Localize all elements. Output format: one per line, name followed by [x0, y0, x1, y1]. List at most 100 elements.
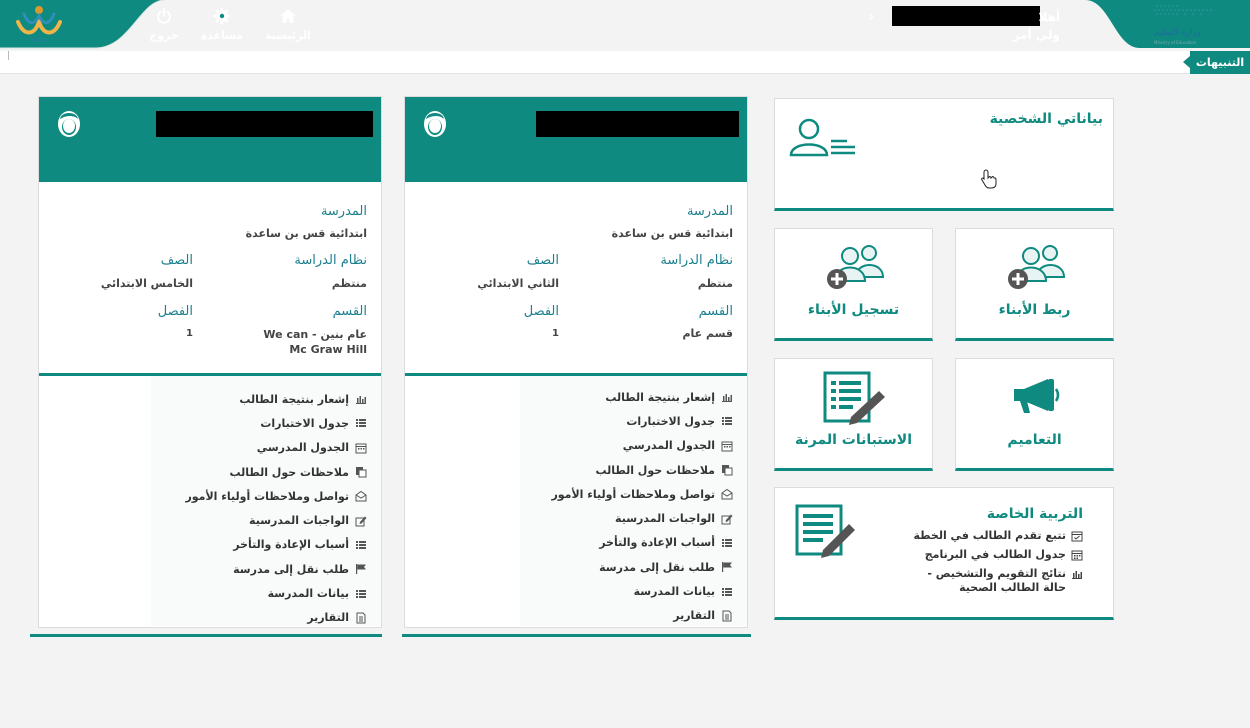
- menu-item-homework[interactable]: الواجبات المدرسية: [185, 508, 367, 532]
- tile-special-education[interactable]: التربية الخاصة تتبع تقدم الطالب في الخطة…: [774, 487, 1114, 620]
- survey-icon: [823, 371, 885, 425]
- class-label: الفصل: [157, 304, 193, 319]
- study-system-value: منتظم: [331, 277, 367, 290]
- special-ed-item-program-schedule[interactable]: جدول الطالب في البرنامج: [913, 548, 1083, 562]
- tile-register-children[interactable]: تسجيل الأبناء: [774, 228, 933, 341]
- greeting-text: أهلا: [1038, 10, 1060, 24]
- special-ed-item-label: تتبع تقدم الطالب في الخطة: [913, 529, 1066, 542]
- menu-item-repeat-reasons[interactable]: أسباب الإعادة والتأخر: [185, 533, 367, 557]
- copy-icon: [722, 465, 733, 476]
- menu-item-student-notes[interactable]: ملاحظات حول الطالب: [551, 458, 733, 482]
- nav-logout[interactable]: خروج: [134, 6, 194, 42]
- link-children-icon: [1008, 245, 1066, 289]
- menu-item-school-data[interactable]: بيانات المدرسة: [551, 579, 733, 603]
- menu-item-school-timetable[interactable]: الجدول المدرسي: [551, 434, 733, 458]
- menu-item-label: ملاحظات حول الطالب: [595, 463, 715, 477]
- list-icon: [356, 589, 366, 598]
- tile-surveys-title: الاستبانات المرنة: [794, 432, 913, 448]
- student-card: المدرسة ابتدائية قس بن ساعدة نظام الدراس…: [404, 96, 748, 628]
- user-role: ولي أمر: [1012, 28, 1060, 42]
- nav-home-label: الرئيسية: [265, 29, 311, 42]
- study-system-value: منتظم: [697, 277, 733, 290]
- copy-icon: [356, 467, 367, 478]
- menu-item-label: التقارير: [673, 609, 715, 623]
- power-icon: [134, 6, 194, 26]
- user-greeting: أهلا ولي أمر: [1013, 8, 1060, 44]
- calendar-icon: [721, 441, 733, 452]
- menu-item-student-notes[interactable]: ملاحظات حول الطالب: [185, 460, 367, 484]
- grade-label: الصف: [160, 253, 193, 268]
- alerts-tab[interactable]: التنبيهات: [1183, 51, 1250, 74]
- nav-logout-label: خروج: [149, 29, 179, 42]
- menu-item-parent-communication[interactable]: تواصل وملاحظات أولياء الأمور: [551, 482, 733, 506]
- nav-help[interactable]: مساعدة: [192, 6, 252, 42]
- menu-item-label: طلب نقل إلى مدرسة: [599, 560, 715, 574]
- special-education-list: تتبع تقدم الطالب في الخطة جدول الطالب في…: [913, 529, 1083, 600]
- class-value: 1: [186, 328, 193, 339]
- tile-personal-data[interactable]: بياناتي الشخصية: [774, 98, 1114, 211]
- menu-item-label: الواجبات المدرسية: [615, 512, 715, 526]
- menu-item-transfer-request[interactable]: طلب نقل إلى مدرسة: [551, 555, 733, 579]
- menu-item-transfer-request[interactable]: طلب نقل إلى مدرسة: [185, 557, 367, 581]
- tile-surveys[interactable]: الاستبانات المرنة: [774, 358, 933, 471]
- menu-item-label: تواصل وملاحظات أولياء الأمور: [551, 487, 715, 501]
- menu-item-exam-schedule[interactable]: جدول الاختبارات: [551, 409, 733, 433]
- school-label: المدرسة: [686, 204, 733, 219]
- menu-item-school-timetable[interactable]: الجدول المدرسي: [185, 436, 367, 460]
- menu-item-label: بيانات المدرسة: [267, 587, 349, 601]
- grade-value: الثاني الابتدائي: [477, 277, 559, 290]
- grade-value: الخامس الابتدائي: [100, 277, 193, 290]
- calendar-icon: [1071, 550, 1083, 561]
- menu-item-repeat-reasons[interactable]: أسباب الإعادة والتأخر: [551, 531, 733, 555]
- tile-link-children[interactable]: ربط الأبناء: [955, 228, 1114, 341]
- noor-logo[interactable]: NOOR: [8, 2, 70, 48]
- student-menu: إشعار بنتيجة الطالب جدول الاختبارات الجد…: [185, 387, 367, 630]
- tile-register-children-title: تسجيل الأبناء: [807, 302, 900, 318]
- flag-icon: [356, 564, 366, 575]
- menu-item-parent-communication[interactable]: تواصل وملاحظات أولياء الأمور: [185, 484, 367, 508]
- alerts-bar: التنبيهات: [0, 51, 1250, 74]
- list-icon: [356, 540, 366, 549]
- menu-item-reports[interactable]: التقارير: [185, 606, 367, 630]
- special-ed-item-evaluation-results[interactable]: نتائج التقويم والتشخيص - حالة الطالب الص…: [913, 567, 1083, 595]
- class-label: الفصل: [523, 304, 559, 319]
- bar-chart-icon: [722, 394, 732, 403]
- nav-help-label: مساعدة: [200, 29, 244, 42]
- menu-item-exam-schedule[interactable]: جدول الاختبارات: [185, 411, 367, 435]
- section-value: عام بنين - We can Mc Graw Hill: [263, 328, 367, 356]
- student-name-redacted: [536, 111, 739, 137]
- bar-chart-icon: [1072, 571, 1082, 579]
- noor-logo-text: NOOR: [31, 38, 47, 44]
- menu-item-label: ملاحظات حول الطالب: [229, 465, 349, 479]
- section-label: القسم: [698, 304, 733, 319]
- menu-item-label: الواجبات المدرسية: [249, 514, 349, 528]
- tile-circulars-title: التعاميم: [1007, 432, 1062, 448]
- file-icon: [722, 610, 732, 622]
- menu-item-result-notice[interactable]: إشعار بنتيجة الطالب: [185, 387, 367, 411]
- notepad-icon: [795, 504, 855, 558]
- nav-home[interactable]: الرئيسية: [258, 6, 318, 42]
- menu-item-label: الجدول المدرسي: [622, 439, 715, 453]
- school-value: ابتدائية قس بن ساعدة: [611, 227, 733, 240]
- menu-item-homework[interactable]: الواجبات المدرسية: [551, 506, 733, 530]
- menu-item-result-notice[interactable]: إشعار بنتيجة الطالب: [551, 385, 733, 409]
- student-menu: إشعار بنتيجة الطالب جدول الاختبارات الجد…: [551, 385, 733, 628]
- card-bottom-accent: [402, 634, 751, 637]
- chevron-right-icon[interactable]: ›: [868, 7, 874, 25]
- menu-item-label: إشعار بنتيجة الطالب: [605, 390, 715, 404]
- tile-circulars[interactable]: التعاميم: [955, 358, 1114, 471]
- menu-item-reports[interactable]: التقارير: [551, 604, 733, 628]
- special-ed-item-plan-progress[interactable]: تتبع تقدم الطالب في الخطة: [913, 529, 1083, 543]
- student-card: المدرسة ابتدائية قس بن ساعدة نظام الدراس…: [38, 96, 382, 628]
- menu-item-label: التقارير: [307, 611, 349, 625]
- section-value: قسم عام: [682, 327, 733, 340]
- ministry-logo[interactable]: وزارة التعليم Ministry of Education: [1120, 3, 1220, 51]
- student-avatar-icon: [424, 111, 446, 137]
- top-header: NOOR الرئيسية مساعدة خروج › أهلا ولي أمر…: [0, 0, 1250, 50]
- menu-item-school-data[interactable]: بيانات المدرسة: [185, 581, 367, 605]
- gear-icon: [192, 6, 252, 26]
- tile-link-children-title: ربط الأبناء: [998, 302, 1071, 318]
- edit-icon: [355, 516, 367, 527]
- calendar-icon: [355, 443, 367, 454]
- flag-icon: [722, 562, 732, 573]
